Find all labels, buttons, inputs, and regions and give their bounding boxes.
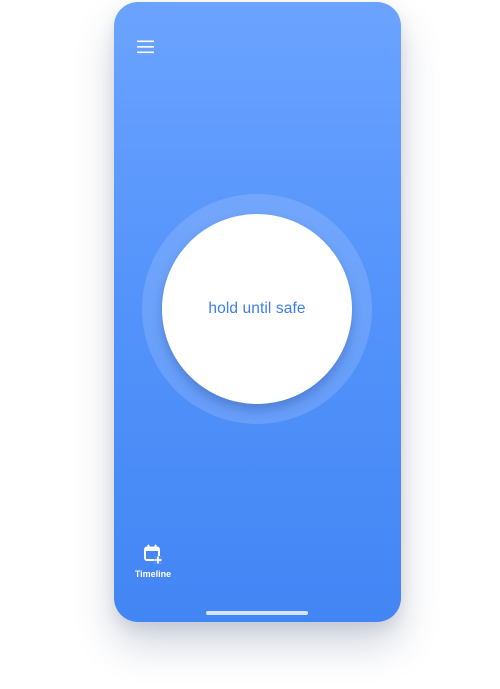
timeline-label: Timeline (134, 569, 172, 579)
hold-until-safe-button[interactable]: hold until safe (162, 214, 352, 404)
timeline-nav-item[interactable]: Timeline (132, 544, 174, 579)
screen-stage: hold until safe Timeline (0, 0, 500, 689)
home-indicator[interactable] (206, 611, 308, 615)
menu-button[interactable] (134, 35, 158, 59)
hamburger-menu-icon (137, 40, 154, 54)
hold-button-label: hold until safe (208, 300, 306, 317)
phone-frame: hold until safe Timeline (114, 2, 401, 622)
calendar-add-icon (144, 544, 162, 564)
